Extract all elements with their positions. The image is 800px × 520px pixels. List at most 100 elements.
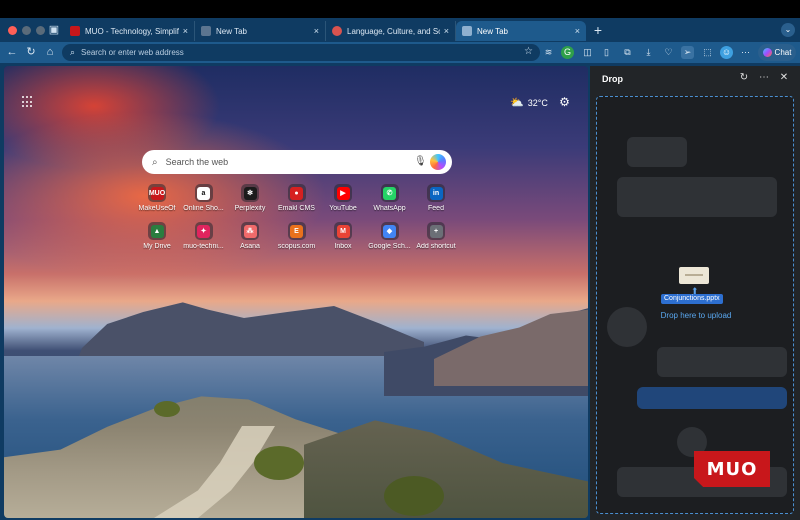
back-icon[interactable]: ←	[5, 45, 19, 59]
copilot-icon[interactable]	[430, 154, 446, 170]
toolbar: ← ↻ ⌂ ⌕ ☆ ≋ G ◫ ▯ ⧉ ⤓ ♡ ➢ ⬚ ☺ ⋯ Chat	[0, 42, 800, 63]
favorite-star-icon[interactable]: ☆	[524, 46, 533, 57]
new-tab-button[interactable]: +	[590, 21, 606, 39]
tab-actions-icon[interactable]: ▣	[46, 23, 62, 37]
tab-list-menu-icon[interactable]: ⌄	[781, 23, 795, 37]
drop-send-icon[interactable]: ➢	[681, 46, 694, 59]
shortcut-glyph: in	[429, 186, 443, 200]
background-bush	[254, 446, 304, 480]
chat-button[interactable]: Chat	[758, 44, 796, 61]
shortcut-tile[interactable]: ⁂ Asana	[226, 222, 274, 258]
collections-icon[interactable]: ⧉	[621, 46, 634, 59]
copilot-icon	[762, 48, 772, 57]
shortcut-glyph: ✆	[383, 186, 396, 200]
shortcut-icon: E	[287, 222, 306, 240]
tab-language-culture[interactable]: Language, Culture, and Society ×	[326, 21, 456, 41]
muo-favicon-icon	[70, 26, 80, 36]
shortcut-icon: ✦	[194, 222, 213, 240]
minimize-window-button[interactable]	[22, 26, 31, 35]
shortcut-icon: +	[427, 222, 445, 240]
shortcut-icon: ●	[287, 184, 306, 202]
screenshot-icon[interactable]: ⬚	[701, 46, 714, 59]
shortcut-icon: M	[334, 222, 352, 240]
search-box[interactable]: ⌕ 🎙	[142, 150, 452, 174]
tab-muo[interactable]: MUO - Technology, Simplified. ×	[64, 21, 195, 41]
tab-close-icon[interactable]: ×	[444, 26, 449, 36]
shortcut-glyph: ✻	[243, 186, 257, 200]
maximize-window-button[interactable]	[36, 26, 45, 35]
shortcut-icon: in	[427, 184, 445, 202]
shortcut-glyph: ●	[290, 186, 303, 200]
shortcut-tile[interactable]: MUO MakeUseOf	[133, 184, 181, 220]
tab-new-tab-1[interactable]: New Tab ×	[195, 21, 326, 41]
close-icon[interactable]: ✕	[778, 72, 790, 84]
new-tab-favicon-icon	[462, 26, 472, 36]
tab-close-icon[interactable]: ×	[314, 26, 319, 36]
shortcut-label: Asana	[240, 243, 260, 250]
download-icon[interactable]: ⤓	[642, 46, 655, 59]
dragged-file-name: Conjunctions.pptx	[661, 294, 723, 304]
shortcut-tile[interactable]: ▶ YouTube	[319, 184, 367, 220]
shortcut-glyph: ✦	[197, 224, 210, 238]
search-icon: ⌕	[152, 156, 158, 168]
shortcut-tile[interactable]: ▲ My Drive	[133, 222, 181, 258]
split-screen-icon[interactable]: ◫	[581, 46, 594, 59]
tab-new-tab-active[interactable]: New Tab ×	[456, 21, 586, 41]
shortcut-icon: ⁂	[241, 222, 259, 240]
shortcut-glyph: ◆	[383, 224, 396, 238]
chat-label: Chat	[774, 48, 792, 57]
shortcut-tile[interactable]: Escopus.com	[273, 222, 321, 258]
weather-temperature: 32°C	[527, 97, 548, 108]
close-window-button[interactable]	[8, 26, 17, 35]
profile-avatar-icon[interactable]: ☺	[720, 46, 733, 59]
blurred-message	[657, 347, 787, 377]
shortcut-tile[interactable]: ✻ Perplexity	[226, 184, 274, 220]
shortcut-tile[interactable]: a Online Sho...	[180, 184, 228, 220]
blurred-message	[637, 387, 787, 409]
search-input[interactable]	[165, 157, 386, 167]
sidebar-icon[interactable]: ▯	[600, 46, 613, 59]
shortcut-label: Feed	[428, 205, 444, 212]
background-bush	[384, 476, 444, 516]
shortcut-tile[interactable]: ✆ WhatsApp	[366, 184, 414, 220]
more-options-icon[interactable]: ⋯	[758, 72, 770, 84]
grammar-extension-icon[interactable]: G	[561, 46, 574, 59]
address-bar[interactable]: ⌕ ☆	[62, 44, 540, 61]
shortcut-glyph: MUO	[149, 186, 165, 200]
shortcut-icon: MUO	[148, 184, 166, 202]
shortcut-label: Inbox	[334, 243, 352, 250]
reload-icon[interactable]: ↻	[24, 45, 38, 59]
shortcut-icon: a	[194, 184, 213, 202]
tab-close-icon[interactable]: ×	[183, 26, 188, 36]
shortcut-icon: ▲	[148, 222, 166, 240]
home-icon[interactable]: ⌂	[43, 45, 57, 59]
shortcut-label: Perplexity	[234, 205, 266, 212]
shortcut-tile[interactable]: ◆ Google Sch...	[366, 222, 414, 258]
tab-close-icon[interactable]: ×	[575, 26, 580, 36]
address-input[interactable]	[81, 48, 502, 57]
more-options-icon[interactable]: ⋯	[739, 46, 752, 59]
shortcut-glyph: +	[429, 224, 443, 238]
microphone-icon[interactable]: 🎙	[414, 156, 427, 168]
shortcut-icon: ✆	[380, 184, 399, 202]
refresh-icon[interactable]: ↻	[738, 72, 750, 84]
shortcut-label: Add shortcut	[416, 243, 456, 250]
search-icon: ⌕	[70, 47, 76, 57]
shortcut-tile[interactable]: in Feed	[412, 184, 460, 220]
heart-icon[interactable]: ♡	[662, 46, 675, 59]
shortcut-tile[interactable]: ✦ muo-techni...	[180, 222, 228, 258]
file-thumbnail-icon	[679, 267, 709, 284]
shortcut-tile[interactable]: + Add shortcut	[412, 222, 460, 258]
apps-grid-icon[interactable]	[22, 96, 34, 108]
shortcut-tile[interactable]: ● Emakl CMS	[273, 184, 321, 220]
shortcut-label: muo-techni...	[183, 243, 224, 250]
blurred-message	[627, 137, 687, 167]
background-bush	[154, 401, 180, 417]
shortcut-glyph: M	[336, 224, 350, 238]
weather-widget[interactable]: ⛅ 32°C	[510, 96, 548, 109]
shortcut-tile[interactable]: M Inbox	[319, 222, 367, 258]
wifi-icon[interactable]: ≋	[542, 46, 555, 59]
drop-panel-title: Drop	[602, 74, 623, 84]
tab-title: New Tab	[216, 26, 247, 36]
gear-icon[interactable]: ⚙	[558, 96, 571, 109]
